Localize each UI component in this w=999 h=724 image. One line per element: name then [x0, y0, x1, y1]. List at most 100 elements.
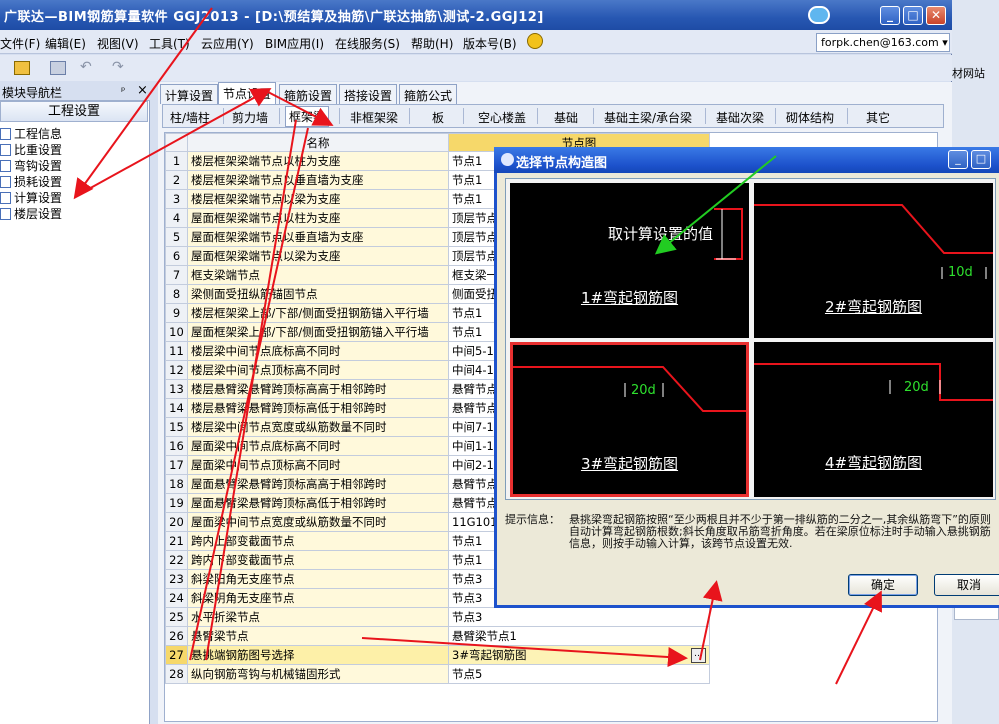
row-name: 楼层框架梁端节点以梁为支座: [187, 189, 449, 209]
row-name: 悬臂梁节点: [187, 626, 449, 646]
subtab-slab[interactable]: 板: [429, 108, 447, 127]
menu-cloud[interactable]: 云应用(Y): [201, 35, 254, 52]
close-button[interactable]: ✕: [926, 6, 946, 25]
hint-text: 悬挑梁弯起钢筋按照“至少两根且并不少于第一排纵筋的二分之一,其余纵筋弯下”的原则…: [569, 514, 991, 550]
row-node-value-text: 节点1: [452, 553, 483, 567]
menu-edit[interactable]: 编辑(E): [45, 35, 86, 52]
row-node-value[interactable]: 悬臂梁节点1: [448, 626, 710, 646]
subtab-shear-wall[interactable]: 剪力墙: [229, 108, 271, 127]
subtab-column[interactable]: 柱/墙柱: [167, 108, 213, 127]
node-option-1-caption: 1#弯起钢筋图: [580, 289, 679, 307]
row-index: 13: [165, 379, 188, 399]
node-option-3[interactable]: 20d 3#弯起钢筋图: [510, 342, 749, 497]
redo-icon[interactable]: ↷: [112, 60, 128, 75]
row-index: 10: [165, 322, 188, 342]
nav-item-calc-settings[interactable]: 计算设置: [0, 189, 62, 205]
pin-icon[interactable]: ᵖ: [121, 86, 125, 97]
subtab-hollow-floor[interactable]: 空心楼盖: [475, 108, 529, 127]
row-node-value-text: 中间7-1: [452, 420, 494, 434]
tab-lap-settings[interactable]: 搭接设置: [339, 84, 398, 104]
row-node-value[interactable]: 3#弯起钢筋图…: [448, 645, 710, 665]
nav-item-floor[interactable]: 楼层设置: [0, 205, 62, 221]
tab-stirrup-formula[interactable]: 箍筋公式: [399, 84, 458, 104]
row-name: 楼层梁中间节点宽度或纵筋数量不同时: [187, 417, 449, 437]
menu-view[interactable]: 视图(V): [97, 35, 139, 52]
row-name: 楼层梁中间节点顶标高不同时: [187, 360, 449, 380]
row-node-value-text: 中间5-1: [452, 344, 494, 358]
nav-item-project-info[interactable]: 工程信息: [0, 125, 62, 141]
document-icon: [0, 144, 11, 156]
account-dropdown[interactable]: forpk.chen@163.com ▾: [816, 33, 950, 52]
tab-node-settings[interactable]: 节点设置: [218, 82, 277, 104]
row-index: 9: [165, 303, 188, 323]
smiley-icon[interactable]: [527, 33, 543, 49]
save-icon[interactable]: [50, 61, 66, 75]
subtab-foundation-main-beam[interactable]: 基础主梁/承台梁: [601, 108, 695, 127]
node-option-2[interactable]: 10d 2#弯起钢筋图: [754, 183, 993, 338]
module-navigation-panel: 模块导航栏 ᵖ × 工程设置 工程信息 比重设置 弯钩设置 损耗设置 计算设置 …: [0, 82, 150, 724]
nav-item-hook[interactable]: 弯钩设置: [0, 157, 62, 173]
subtab-masonry[interactable]: 砌体结构: [783, 108, 837, 127]
dialog-minimize-button[interactable]: _: [948, 150, 968, 169]
row-index: 25: [165, 607, 188, 627]
table-row[interactable]: 27 悬挑端钢筋图号选择 3#弯起钢筋图…: [165, 645, 710, 665]
bent-bar-4-drawing: [754, 363, 993, 401]
ellipsis-button[interactable]: …: [691, 648, 706, 663]
document-icon: [0, 176, 11, 188]
table-row[interactable]: 25 水平折梁节点 节点3: [165, 607, 710, 627]
undo-icon[interactable]: ↶: [80, 60, 96, 75]
subtab-foundation-sub-beam[interactable]: 基础次梁: [713, 108, 767, 127]
subtab-frame-beam[interactable]: 框架梁: [285, 106, 330, 127]
row-name: 楼层框架梁端节点以柱为支座: [187, 151, 449, 171]
subtab-foundation[interactable]: 基础: [551, 108, 581, 127]
member-type-bar: 柱/墙柱 剪力墙 框架梁 非框架梁 板 空心楼盖 基础 基础主梁/承台梁 基础次…: [162, 104, 944, 128]
tab-calc-settings[interactable]: 计算设置: [160, 84, 219, 104]
node-option-4[interactable]: 20d 4#弯起钢筋图: [754, 342, 993, 497]
row-name: 屋面框架梁上部/下部/侧面受扭钢筋锚入平行墙: [187, 322, 449, 342]
panel-close-icon[interactable]: ×: [137, 83, 148, 98]
tab-stirrup-settings[interactable]: 箍筋设置: [279, 84, 338, 104]
row-name: 悬挑端钢筋图号选择: [187, 645, 449, 665]
nav-item-density[interactable]: 比重设置: [0, 141, 62, 157]
separator: [409, 108, 410, 124]
row-name: 楼层悬臂梁悬臂跨顶标高低于相邻跨时: [187, 398, 449, 418]
row-index: 22: [165, 550, 188, 570]
subtab-other[interactable]: 其它: [863, 108, 893, 127]
menu-online[interactable]: 在线服务(S): [335, 35, 400, 52]
row-index: 2: [165, 170, 188, 190]
menu-tools[interactable]: 工具(T): [149, 35, 190, 52]
row-node-value[interactable]: 节点5: [448, 664, 710, 684]
menu-file[interactable]: 文件(F): [0, 35, 40, 52]
maximize-button[interactable]: □: [903, 6, 923, 25]
user-avatar-icon[interactable]: [808, 6, 830, 24]
row-node-value-text: 顶层节点: [452, 230, 498, 244]
row-index: 14: [165, 398, 188, 418]
row-index: 6: [165, 246, 188, 266]
row-index: 17: [165, 455, 188, 475]
document-icon: [0, 208, 11, 220]
section-project-settings[interactable]: 工程设置: [0, 101, 148, 122]
table-row[interactable]: 28 纵向钢筋弯钩与机械锚固形式 节点5: [165, 664, 710, 684]
nav-item-loss[interactable]: 损耗设置: [0, 173, 62, 189]
menu-help[interactable]: 帮助(H): [411, 35, 453, 52]
ok-button[interactable]: 确定: [848, 574, 918, 596]
row-node-value[interactable]: 节点3: [448, 607, 710, 627]
subtab-non-frame-beam[interactable]: 非框架梁: [347, 108, 401, 127]
node-option-4-dimension: 20d: [904, 380, 929, 395]
panel-header: 模块导航栏: [0, 82, 150, 101]
menu-version[interactable]: 版本号(B): [463, 35, 517, 52]
hint-label: 提示信息：: [505, 513, 560, 526]
row-index: 5: [165, 227, 188, 247]
dialog-maximize-button[interactable]: □: [971, 150, 991, 169]
table-row[interactable]: 26 悬臂梁节点 悬臂梁节点1: [165, 626, 710, 646]
node-option-1[interactable]: 取计算设置的值 1#弯起钢筋图: [510, 183, 749, 338]
minimize-button[interactable]: _: [880, 6, 900, 25]
node-option-4-caption: 4#弯起钢筋图: [824, 454, 923, 472]
cancel-button[interactable]: 取消: [934, 574, 999, 596]
document-icon: [0, 192, 11, 204]
separator: [339, 108, 340, 124]
row-index: 20: [165, 512, 188, 532]
row-node-value-text: 节点1: [452, 534, 483, 548]
menu-bim[interactable]: BIM应用(I): [265, 35, 324, 52]
open-folder-icon[interactable]: [14, 61, 30, 75]
